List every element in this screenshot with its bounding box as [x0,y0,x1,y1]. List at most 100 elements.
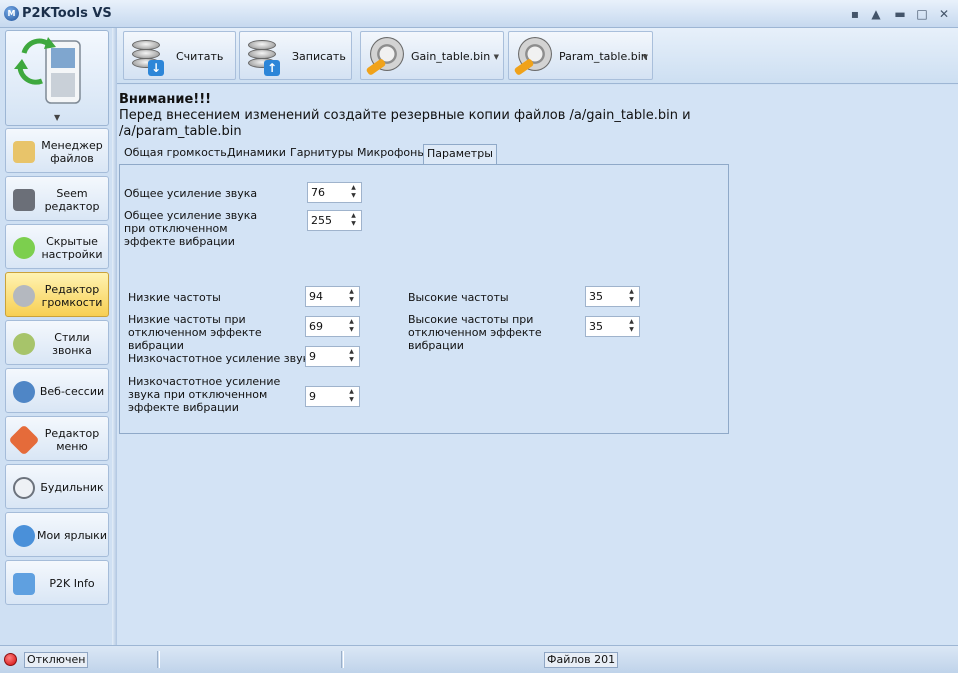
tab-microphones[interactable]: Микрофоны [354,144,429,164]
write-button[interactable]: ↑ Записать [239,31,352,80]
database-upload-icon: ↑ [246,36,282,76]
spin-down-icon[interactable]: ▼ [345,326,358,334]
status-separator [157,651,160,668]
overall-gain-novib-spinner[interactable]: 255 ▲ ▼ [307,210,362,231]
overall-gain-novib-value: 255 [311,214,332,227]
speaker-wrench-icon [365,35,410,77]
spin-down-icon[interactable]: ▼ [625,296,638,304]
low-freq-novib-value: 69 [309,320,323,333]
spin-down-icon[interactable]: ▼ [625,326,638,334]
lightning-globe-icon [13,525,35,547]
sidebar-item-label: Менеджер файлов [41,138,103,165]
tab-overall-volume[interactable]: Общая громкость [121,144,230,164]
sidebar-item-seem-editor[interactable]: Seem редактор [5,176,109,221]
high-freq-novib-value: 35 [589,320,603,333]
overall-gain-novib-label: Общее усиление звука при отключенном эфф… [124,209,258,248]
high-freq-label: Высокие частоты [408,291,509,304]
param-table-button-label: Param_table.bin [559,50,648,63]
gain-table-button-label: Gain_table.bin [411,50,491,63]
gain-table-button[interactable]: Gain_table.bin ▼ [360,31,504,80]
sidebar-item-label: Мои ярлыки [37,529,107,542]
main-content: Внимание!!! Перед внесением изменений со… [117,85,958,645]
warning-message: Внимание!!! Перед внесением изменений со… [119,92,719,140]
sidebar-item-file-manager[interactable]: Менеджер файлов [5,128,109,173]
high-freq-novib-spinner[interactable]: 35 ▲ ▼ [585,316,640,337]
maximize-button[interactable]: □ [915,7,929,21]
lf-gain-novib-label: Низкочастотное усиление звука при отключ… [128,375,281,414]
speaker-wrench-icon [513,35,558,77]
parameters-panel: Общее усиление звука 76 ▲ ▼ Общее усилени… [119,164,729,434]
spin-up-icon[interactable]: ▲ [625,288,638,296]
close-button[interactable]: ✕ [937,7,951,21]
sidebar-item-label: Seem редактор [44,186,100,213]
tab-speakers[interactable]: Динамики [224,144,289,164]
file-count: Файлов 201 [544,652,619,668]
status-separator [341,651,344,668]
sidebar-item-hidden-settings[interactable]: Скрытые настройки [5,224,109,269]
spin-up-icon[interactable]: ▲ [347,184,360,192]
speaker-icon [13,285,35,307]
param-table-button[interactable]: Param_table.bin ▼ [508,31,653,80]
spin-up-icon[interactable]: ▲ [345,388,358,396]
clock-icon [13,477,35,499]
restore-up-button[interactable]: ▲ [869,7,883,21]
low-freq-novib-label: Низкие частоты при отключенном эффекте в… [128,313,262,352]
lf-gain-spinner[interactable]: 9 ▲ ▼ [305,346,360,367]
spin-down-icon[interactable]: ▼ [347,220,360,228]
overall-gain-value: 76 [311,186,325,199]
sidebar-item-web-sessions[interactable]: Веб-сессии [5,368,109,413]
sidebar-item-volume-editor[interactable]: Редактор громкости [5,272,109,317]
sidebar-item-menu-editor[interactable]: Редактор меню [5,416,109,461]
minimize-all-button[interactable]: ▪ [848,7,862,21]
sidebar-item-label: Стили звонка [52,330,92,357]
phone-sync-logo[interactable]: ▼ [5,30,109,126]
motorola-logo-icon: M [4,6,19,21]
sidebar-item-alarm[interactable]: Будильник [5,464,109,509]
sidebar-item-label: Редактор меню [44,426,100,453]
lf-gain-novib-spinner[interactable]: 9 ▲ ▼ [305,386,360,407]
spin-up-icon[interactable]: ▲ [345,318,358,326]
sidebar-item-label: P2K Info [49,577,95,590]
minimize-button[interactable]: ▬ [893,7,907,21]
spin-down-icon[interactable]: ▼ [347,192,360,200]
spin-up-icon[interactable]: ▲ [345,348,358,356]
sidebar: ▼ Менеджер файлов Seem редактор Скрытые … [0,28,114,645]
spin-up-icon[interactable]: ▲ [347,212,360,220]
title-bar: M P2KTools VS ▪ ▲ ▬ □ ✕ [0,0,958,28]
low-freq-value: 94 [309,290,323,303]
tab-headsets[interactable]: Гарнитуры [287,144,356,164]
sidebar-item-p2k-info[interactable]: P2K Info [5,560,109,605]
sidebar-item-label: Веб-сессии [39,385,105,398]
lf-gain-value: 9 [309,350,316,363]
spin-up-icon[interactable]: ▲ [345,288,358,296]
gear-icon [13,237,35,259]
warning-line-2: /a/param_table.bin [119,124,242,139]
spin-down-icon[interactable]: ▼ [345,296,358,304]
magnifier-folder-icon [13,141,35,163]
globe-icon [13,381,35,403]
connection-status: Отключен [24,652,89,668]
high-freq-spinner[interactable]: 35 ▲ ▼ [585,286,640,307]
warning-line-1: Перед внесением изменений создайте резер… [119,108,691,123]
database-download-icon: ↓ [130,36,166,76]
dropdown-arrow-icon[interactable]: ▼ [643,53,648,61]
low-freq-spinner[interactable]: 94 ▲ ▼ [305,286,360,307]
connection-status-icon [4,653,17,666]
spin-down-icon[interactable]: ▼ [345,356,358,364]
tab-parameters[interactable]: Параметры [423,144,497,165]
overall-gain-spinner[interactable]: 76 ▲ ▼ [307,182,362,203]
spin-down-icon[interactable]: ▼ [345,396,358,404]
sidebar-item-ring-styles[interactable]: Стили звонка [5,320,109,365]
info-icon [13,573,35,595]
spin-up-icon[interactable]: ▲ [625,318,638,326]
toolbar: ↓ Считать ↑ Записать Gain_table.bin ▼ Pa… [117,28,958,84]
sidebar-item-my-shortcuts[interactable]: Мои ярлыки [5,512,109,557]
low-freq-novib-spinner[interactable]: 69 ▲ ▼ [305,316,360,337]
lf-gain-label: Низкочастотное усиление звука [128,352,316,365]
high-freq-value: 35 [589,290,603,303]
read-button[interactable]: ↓ Считать [123,31,236,80]
window-title: P2KTools VS [22,6,112,21]
lf-gain-novib-value: 9 [309,390,316,403]
sidebar-item-label: Редактор громкости [41,282,103,309]
dropdown-arrow-icon[interactable]: ▼ [494,53,499,61]
